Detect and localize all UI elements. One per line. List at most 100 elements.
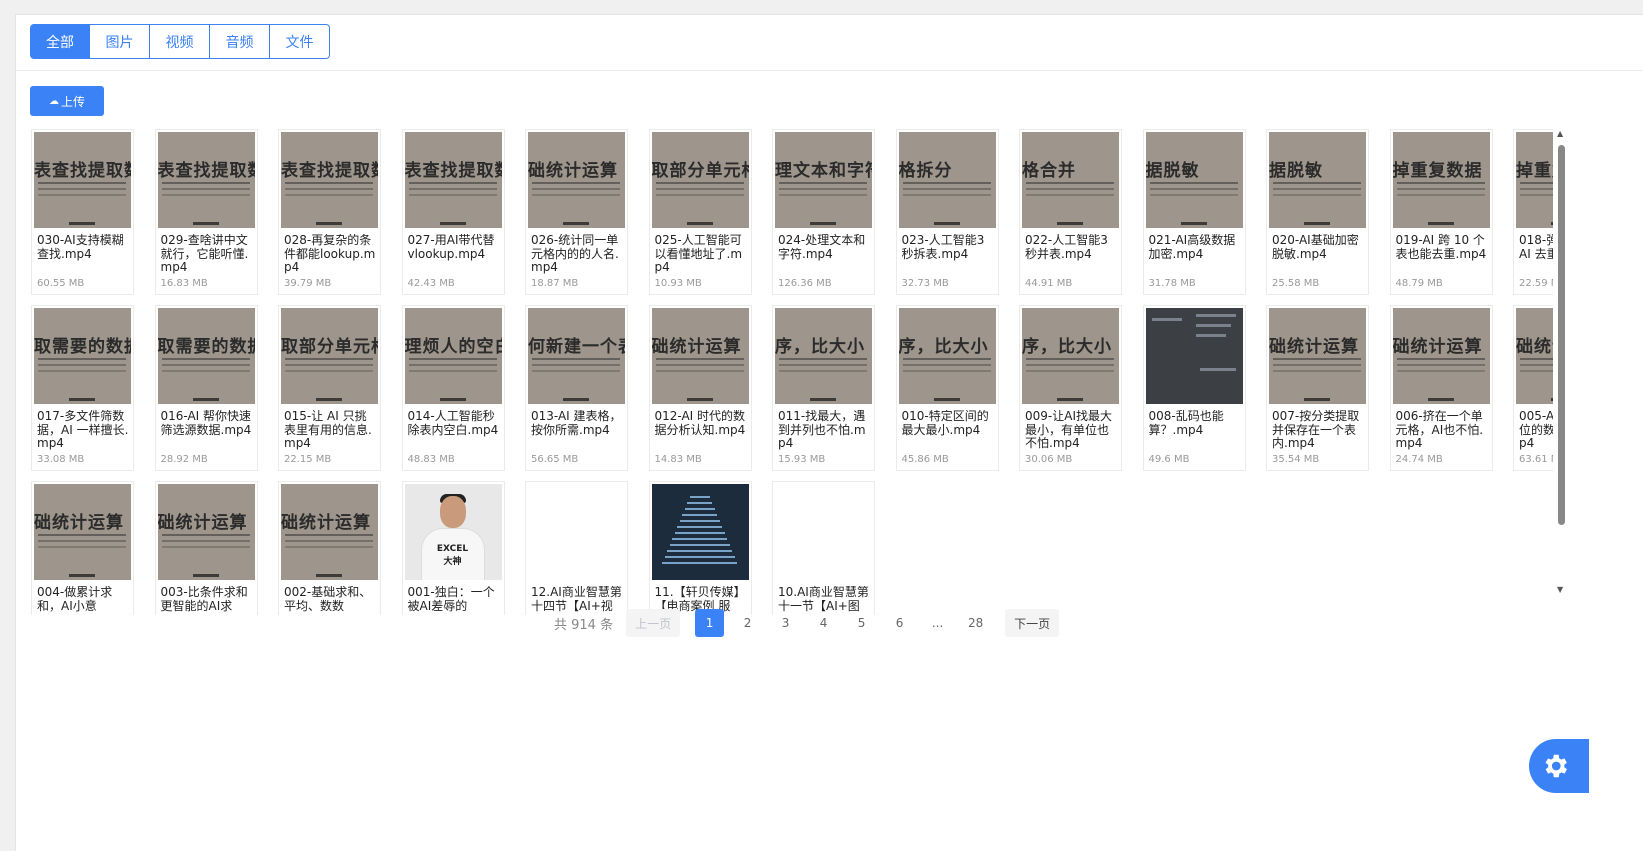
- screenshot-detail: [1199, 368, 1236, 371]
- scrollbar[interactable]: ▲ ▼: [1556, 129, 1566, 599]
- thumbnail-title: 序，比大小: [1022, 337, 1112, 357]
- file-thumbnail: 理烦人的空白: [404, 308, 502, 404]
- file-card[interactable]: 10.AI商业智慧第十一节【AI+图: [772, 481, 875, 615]
- file-card[interactable]: 序，比大小 009-让AI找最大最小，有单位也不怕.mp4 30.06 MB: [1019, 305, 1122, 471]
- file-card[interactable]: 格拆分 023-人工智能3秒拆表.mp4 32.73 MB: [895, 129, 999, 295]
- file-card[interactable]: 础统计运算 004-做累计求和，AI小意: [31, 481, 134, 615]
- file-card[interactable]: 础统计运算 006-挤在一个单元格，AI也不怕.mp4 24.74 MB: [1389, 305, 1493, 471]
- file-card[interactable]: 取需要的数据 016-AI 帮你快速筛选源数据.mp4 28.92 MB: [154, 305, 258, 471]
- file-name: 006-挤在一个单元格，AI也不怕.mp4: [1395, 410, 1484, 450]
- file-size: 60.55 MB: [37, 278, 85, 289]
- page-4[interactable]: 4: [809, 609, 838, 637]
- file-card[interactable]: 表查找提取数据 027-用AI带代替vlookup.mp4 42.43 MB: [401, 129, 505, 295]
- thumbnail-title: 础统计运算: [1516, 337, 1553, 357]
- file-card[interactable]: 础统计运算 005-AI处理带单位的数字求和.mp4 63.61 MB: [1513, 305, 1553, 471]
- page-5[interactable]: 5: [847, 609, 876, 637]
- next-page-button[interactable]: 下一页: [1005, 609, 1060, 637]
- file-card[interactable]: 008-乱码也能算？.mp4 49.6 MB: [1142, 305, 1246, 471]
- file-card[interactable]: 理文本和字符 024-处理文本和字符.mp4 126.36 MB: [772, 129, 875, 295]
- file-name: 001-独白：一个被AI差辱的: [407, 586, 495, 613]
- page-2[interactable]: 2: [733, 609, 762, 637]
- file-card[interactable]: 取部分单元格内容 025-人工智能可以看懂地址了.mp4 10.93 MB: [648, 129, 752, 295]
- file-card[interactable]: EXCEL 大神 001-独白：一个被AI差辱的: [401, 481, 505, 615]
- thumbnail-subtext: [161, 182, 250, 184]
- file-thumbnail: 础统计运算: [34, 484, 131, 580]
- file-card[interactable]: 掉重复数据 019-AI 跨 10 个表也能去重.mp4 48.79 MB: [1389, 129, 1493, 295]
- thumbnail-subtext: [1273, 358, 1361, 360]
- file-grid-viewport[interactable]: 表查找提取数据 030-AI支持模糊查找.mp4 60.55 MB 表查找提取数据 02…: [31, 129, 1553, 615]
- file-name: 003-比条件求和更智能的AI求: [160, 586, 248, 613]
- thumbnail-title: 础统计运算: [157, 513, 248, 533]
- scrollbar-thumb[interactable]: [1558, 145, 1565, 525]
- file-card[interactable]: 础统计运算 003-比条件求和更智能的AI求: [154, 481, 258, 615]
- file-name: 017-多文件筛数据，AI 一样擅长.mp4: [37, 410, 129, 450]
- thumbnail-caption: [563, 398, 589, 401]
- file-card[interactable]: 础统计运算 002-基础求和、平均、数数: [278, 481, 381, 615]
- file-thumbnail: 取需要的数据: [34, 308, 131, 404]
- file-card[interactable]: 表查找提取数据 029-查啥讲中文就行，它能听懂.mp4 16.83 MB: [154, 129, 258, 295]
- file-card[interactable]: 础统计运算 007-按分类提取并保存在一个表内.mp4 35.54 MB: [1266, 305, 1369, 471]
- thumbnail-subtext: [655, 182, 744, 184]
- tab-files[interactable]: 文件: [270, 24, 330, 59]
- thumbnail-caption: [1180, 222, 1207, 225]
- file-card[interactable]: 理烦人的空白 014-人工智能秒除表内空白.mp4 48.83 MB: [401, 305, 505, 471]
- file-thumbnail: [1145, 308, 1243, 404]
- file-thumbnail: 取需要的数据: [157, 308, 255, 404]
- page-28[interactable]: 28: [961, 609, 990, 637]
- upload-button[interactable]: ☁ 上传: [30, 86, 104, 116]
- file-card[interactable]: 何新建一个表格 013-AI 建表格，按你所需.mp4 56.65 MB: [525, 305, 628, 471]
- file-card[interactable]: 据脱敏 021-AI高级数据加密.mp4 31.78 MB: [1142, 129, 1246, 295]
- scroll-down-arrow-icon[interactable]: ▼: [1557, 585, 1563, 594]
- file-card[interactable]: 取需要的数据 017-多文件筛数据，AI 一样擅长.mp4 33.08 MB: [31, 305, 134, 471]
- page-ellipsis[interactable]: ...: [923, 609, 952, 637]
- file-name: 019-AI 跨 10 个表也能去重.mp4: [1395, 234, 1487, 261]
- thumbnail-subtext: [1149, 182, 1238, 184]
- file-card[interactable]: 取部分单元格内容 015-让 AI 只挑表里有用的信息.mp4 22.15 MB: [278, 305, 381, 471]
- page-6[interactable]: 6: [885, 609, 914, 637]
- thumbnail-caption: [439, 398, 466, 401]
- file-card[interactable]: 掉重复数据 018-弹指间，让 AI 去重.mp4 22.59 MB: [1513, 129, 1553, 295]
- file-name: 021-AI高级数据加密.mp4: [1148, 234, 1236, 261]
- tab-audio[interactable]: 音频: [210, 24, 270, 59]
- file-thumbnail: 理文本和字符: [775, 132, 872, 228]
- thumbnail-subtext: [1396, 182, 1485, 184]
- file-name: 030-AI支持模糊查找.mp4: [37, 234, 124, 261]
- thumbnail-title: 理烦人的空白: [404, 337, 502, 357]
- tab-videos[interactable]: 视频: [150, 24, 210, 59]
- tab-all[interactable]: 全部: [30, 24, 90, 59]
- file-card[interactable]: 表查找提取数据 028-再复杂的条件都能lookup.mp4 39.79 MB: [278, 129, 381, 295]
- file-card[interactable]: 据脱敏 020-AI基础加密脱敏.mp4 25.58 MB: [1266, 129, 1369, 295]
- thumbnail-subtext: [285, 534, 373, 536]
- file-card[interactable]: 础统计运算 026-统计同一单元格内的的人名.mp4 18.87 MB: [525, 129, 628, 295]
- file-card[interactable]: 础统计运算 012-AI 时代的数据分析认知.mp4 14.83 MB: [648, 305, 752, 471]
- settings-button[interactable]: [1529, 739, 1589, 793]
- thumbnail-subtext: [1396, 358, 1485, 360]
- file-card[interactable]: 表查找提取数据 030-AI支持模糊查找.mp4 60.55 MB: [31, 129, 134, 295]
- file-size: 15.93 MB: [778, 454, 826, 465]
- thumbnail-caption: [1057, 222, 1083, 225]
- file-thumbnail: 序，比大小: [898, 308, 996, 404]
- thumbnail-subtext: [902, 182, 991, 184]
- file-card[interactable]: 格合并 022-人工智能3秒并表.mp4 44.91 MB: [1019, 129, 1122, 295]
- file-size: 35.54 MB: [1272, 454, 1320, 465]
- thumbnail-subtext: [161, 358, 250, 360]
- page-1[interactable]: 1: [695, 609, 725, 637]
- file-name: 015-让 AI 只挑表里有用的信息.mp4: [284, 410, 372, 450]
- file-name: 025-人工智能可以看懂地址了.mp4: [654, 234, 743, 274]
- file-card[interactable]: 12.AI商业智慧第十四节【AI+视: [525, 481, 628, 615]
- prev-page-button[interactable]: 上一页: [626, 609, 681, 637]
- file-thumbnail: 格合并: [1022, 132, 1119, 228]
- tab-images[interactable]: 图片: [90, 24, 150, 59]
- thumbnail-caption: [316, 222, 342, 225]
- file-card[interactable]: 序，比大小 011-找最大，遇到并列也不怕.mp4 15.93 MB: [772, 305, 875, 471]
- thumbnail-title: 础统计运算: [528, 161, 618, 181]
- file-card[interactable]: 序，比大小 010-特定区间的最大最小.mp4 45.86 MB: [895, 305, 999, 471]
- thumbnail-caption: [1551, 398, 1553, 401]
- thumbnail-title: 取部分单元格内容: [651, 161, 749, 181]
- scroll-up-arrow-icon[interactable]: ▲: [1557, 129, 1563, 138]
- screenshot-detail: [1195, 324, 1231, 327]
- thumbnail-title: 序，比大小: [775, 337, 865, 357]
- page-3[interactable]: 3: [771, 609, 800, 637]
- thumbnail-title: 理文本和字符: [775, 161, 872, 181]
- file-card[interactable]: 11.【轩贝传媒】【电商案例 服: [648, 481, 752, 615]
